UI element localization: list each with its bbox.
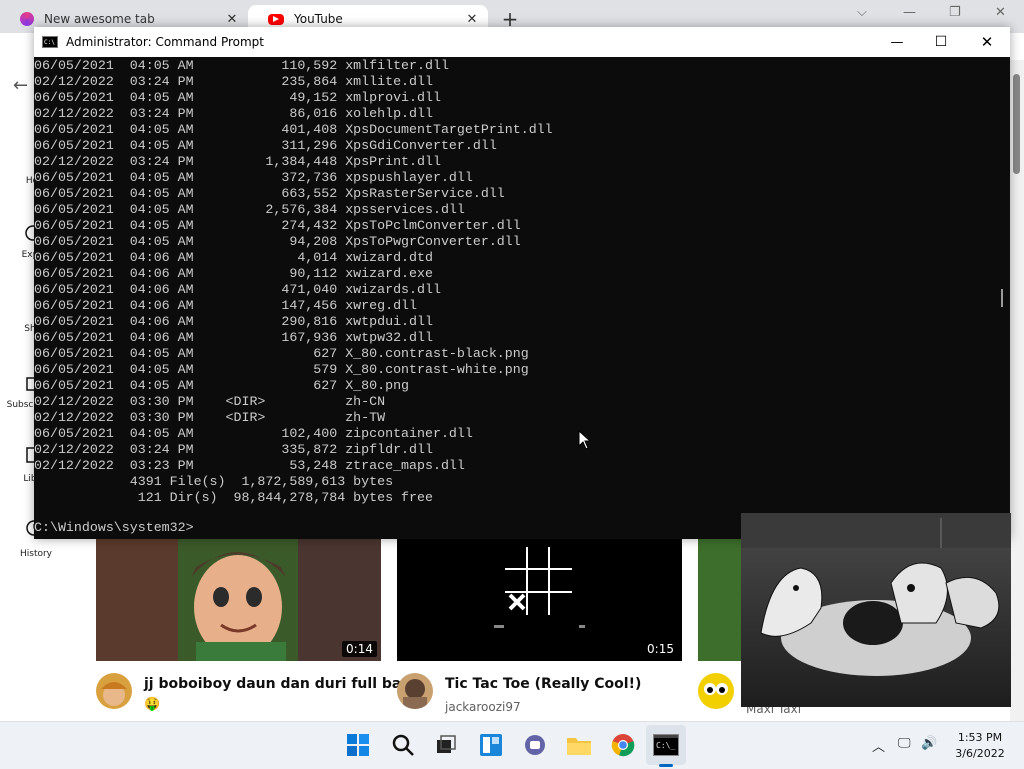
youtube-icon <box>268 13 284 25</box>
chrome-icon[interactable] <box>610 732 636 758</box>
video-title[interactable]: Tic Tac Toe (Really Cool!) <box>445 676 641 692</box>
page-scrollbar[interactable] <box>1010 60 1024 721</box>
sidebar-item-history[interactable]: History <box>0 549 72 559</box>
cmd-scrollbar-thumb[interactable] <box>1001 289 1003 307</box>
cmd-window-title: Administrator: Command Prompt <box>66 35 264 49</box>
browser-minimize-button[interactable]: — <box>903 5 916 20</box>
channel-avatar[interactable] <box>96 673 132 709</box>
search-icon[interactable] <box>390 732 416 758</box>
awesome-tab-icon <box>20 12 34 26</box>
cmd-title-bar[interactable]: C:\ Administrator: Command Prompt — ☐ ✕ <box>34 27 1010 57</box>
video-duration: 0:15 <box>643 641 678 657</box>
tab-label: YouTube <box>294 12 343 26</box>
channel-avatar[interactable] <box>698 673 734 709</box>
clock-date[interactable]: 3/6/2022 <box>950 747 1010 760</box>
cmd-output-line: 06/05/2021 04:05 AM 110,592 xmlfilter.dl… <box>34 58 449 73</box>
mouse-cursor-icon <box>578 430 592 450</box>
cmd-output-line: 121 Dir(s) 98,844,278,784 bytes free <box>34 490 433 505</box>
cmd-output-line: 06/05/2021 04:05 AM 663,552 XpsRasterSer… <box>34 186 505 201</box>
cmd-maximize-button[interactable]: ☐ <box>918 27 964 57</box>
cmd-output-line: 06/05/2021 04:05 AM 49,152 xmlprovi.dll <box>34 90 441 105</box>
tic-tac-toe-thumbnail-image <box>494 547 585 628</box>
cmd-close-button[interactable]: ✕ <box>964 27 1010 57</box>
boboiboy-thumbnail-image <box>96 537 381 661</box>
file-explorer-icon[interactable] <box>566 732 592 758</box>
tray-overflow-chevron-icon[interactable]: ︿ <box>872 736 885 755</box>
cmd-output-line: 06/05/2021 04:05 AM 627 X_80.contrast-bl… <box>34 346 529 361</box>
start-icon[interactable] <box>345 732 371 758</box>
video-thumbnail[interactable] <box>698 537 743 661</box>
command-prompt-icon: C:\ <box>42 36 58 48</box>
cmd-output-line: 02/12/2022 03:30 PM <DIR> zh-TW <box>34 410 386 425</box>
tab-label: New awesome tab <box>44 12 155 26</box>
video-title[interactable]: jj boboiboy daun dan duri full bas <box>144 676 410 692</box>
task-view-icon[interactable] <box>433 732 459 758</box>
cmd-output-line: 06/05/2021 04:06 AM 4,014 xwizard.dtd <box>34 250 433 265</box>
cmd-console-output[interactable]: 06/05/2021 04:05 AM 110,592 xmlfilter.dl… <box>34 57 994 539</box>
sidebar-item-label: History <box>19 549 53 559</box>
channel-name[interactable]: 🤑 <box>144 697 160 712</box>
cmd-output-line: 06/05/2021 04:06 AM 90,112 xwizard.exe <box>34 266 433 281</box>
cmd-scrollbar[interactable] <box>994 57 1010 539</box>
video-thumbnail[interactable]: 0:15 <box>397 537 682 661</box>
channel-name[interactable]: jackaroozi97 <box>445 700 521 714</box>
cmd-minimize-button[interactable]: — <box>874 27 920 57</box>
cmd-output-line: 02/12/2022 03:24 PM 235,864 xmllite.dll <box>34 74 433 89</box>
cartoon-video-frame <box>741 513 1011 707</box>
mini-player-video[interactable] <box>741 513 1011 707</box>
cmd-output-line: 02/12/2022 03:24 PM 1,384,448 XpsPrint.d… <box>34 154 441 169</box>
cmd-output-line: 02/12/2022 03:23 PM 53,248 ztrace_maps.d… <box>34 458 465 473</box>
cmd-output-line: 4391 File(s) 1,872,589,613 bytes <box>34 474 394 489</box>
close-tab-icon[interactable]: ✕ <box>224 11 240 27</box>
cmd-output-line: 02/12/2022 03:24 PM 335,872 zipfldr.dll <box>34 442 433 457</box>
cmd-output-lines: 06/05/2021 04:05 AM 110,592 xmlfilter.dl… <box>34 58 553 522</box>
cmd-output-line: 06/05/2021 04:05 AM 274,432 XpsToPclmCon… <box>34 218 521 233</box>
cmd-output-line: 06/05/2021 04:06 AM 471,040 xwizards.dll <box>34 282 441 297</box>
cmd-output-line: 06/05/2021 04:05 AM 401,408 XpsDocumentT… <box>34 122 553 137</box>
cmd-output-line: 06/05/2021 04:06 AM 147,456 xwreg.dll <box>34 298 418 313</box>
browser-close-button[interactable]: ✕ <box>995 5 1006 20</box>
cmd-prompt-line[interactable]: C:\Windows\system32> <box>34 520 194 536</box>
browser-restore-button[interactable]: ❐ <box>949 5 961 20</box>
cmd-output-line: 06/05/2021 04:05 AM 627 X_80.png <box>34 378 410 393</box>
cmd-output-line: 06/05/2021 04:06 AM 167,936 xwtpw32.dll <box>34 330 433 345</box>
clock-time[interactable]: 1:53 PM <box>950 731 1010 744</box>
cmd-output-line: 06/05/2021 04:05 AM 372,736 xpspushlayer… <box>34 170 473 185</box>
video-thumbnail[interactable]: 0:14 <box>96 537 381 661</box>
cmd-output-line: 02/12/2022 03:24 PM 86,016 xolehlp.dll <box>34 106 433 121</box>
volume-icon[interactable]: 🔊 <box>921 736 937 751</box>
network-icon[interactable]: 🖵 <box>898 736 911 751</box>
cmd-output-line: 06/05/2021 04:05 AM 2,576,384 xpsservice… <box>34 202 465 217</box>
cmd-output-line: 02/12/2022 03:30 PM <DIR> zh-CN <box>34 394 386 409</box>
windows-taskbar: C:\_ ︿ 🖵 🔊 1:53 PM 3/6/2022 <box>0 721 1024 769</box>
command-prompt-icon[interactable]: C:\_ <box>653 732 679 758</box>
tab-search-chevron-icon[interactable]: ⌵ <box>857 5 867 20</box>
cmd-output-line: 06/05/2021 04:06 AM 290,816 xwtpdui.dll <box>34 314 433 329</box>
cmd-output-line: 06/05/2021 04:05 AM 102,400 zipcontainer… <box>34 426 473 441</box>
command-prompt-window[interactable]: C:\ Administrator: Command Prompt — ☐ ✕ … <box>34 27 1010 539</box>
sidebar-item-label: Subsc <box>6 400 34 410</box>
video-duration: 0:14 <box>342 641 377 657</box>
cmd-output-line: 06/05/2021 04:05 AM 579 X_80.contrast-wh… <box>34 362 529 377</box>
widgets-icon[interactable] <box>478 732 504 758</box>
scrollbar-thumb[interactable] <box>1013 74 1020 174</box>
active-app-indicator <box>659 764 673 767</box>
teams-chat-icon[interactable] <box>522 732 548 758</box>
cmd-output-line: 06/05/2021 04:05 AM 311,296 XpsGdiConver… <box>34 138 497 153</box>
back-arrow-icon[interactable]: ← <box>13 75 28 96</box>
channel-avatar[interactable] <box>397 673 433 709</box>
cmd-output-line: 06/05/2021 04:05 AM 94,208 XpsToPwgrConv… <box>34 234 521 249</box>
close-tab-icon[interactable]: ✕ <box>464 11 480 27</box>
svg-text:C:\_: C:\_ <box>656 741 675 750</box>
